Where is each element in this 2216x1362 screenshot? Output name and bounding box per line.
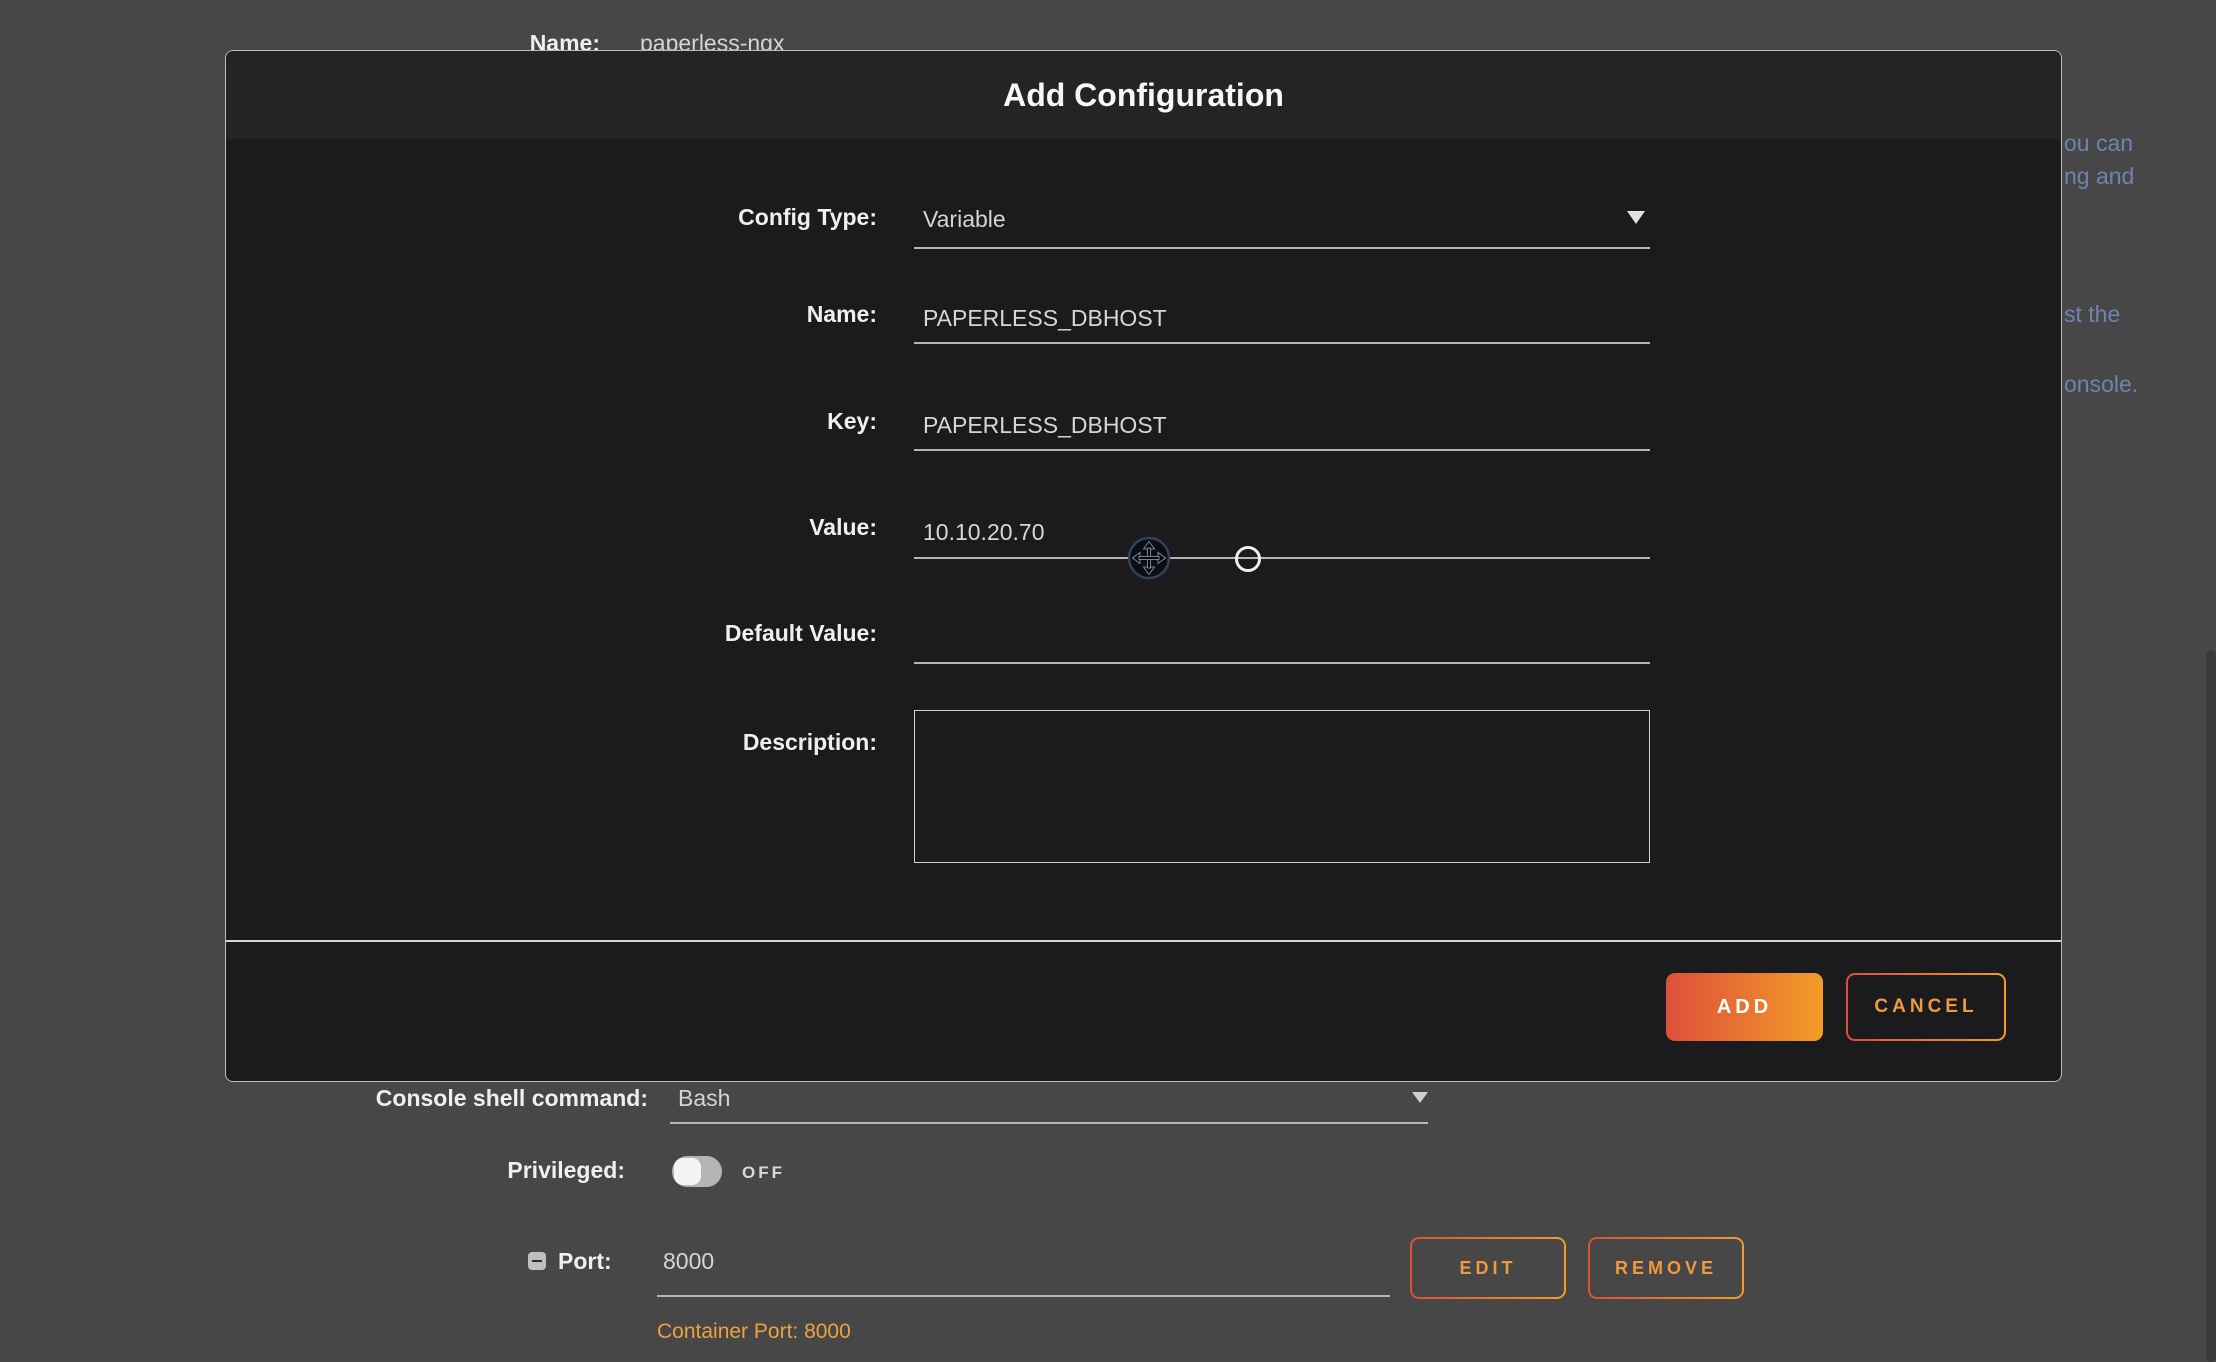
dialog-title: Add Configuration: [1003, 77, 1284, 114]
config-type-value: Variable: [923, 206, 1006, 233]
click-indicator-icon: [1235, 546, 1261, 572]
port-label: Port:: [558, 1248, 612, 1275]
chevron-down-icon: [1412, 1092, 1428, 1103]
description-label: Description:: [646, 729, 877, 756]
privileged-label: Privileged:: [400, 1157, 625, 1184]
name-label: Name:: [646, 301, 877, 328]
move-cursor-icon: [1127, 536, 1171, 580]
help-text-fragment: onsole.: [2064, 371, 2138, 398]
toggle-knob-icon: [674, 1158, 701, 1185]
console-shell-label: Console shell command:: [250, 1085, 648, 1112]
default-value-input[interactable]: [914, 612, 1650, 664]
dialog-header: Add Configuration: [226, 51, 2061, 139]
cancel-button[interactable]: CANCEL: [1846, 973, 2006, 1041]
edit-button[interactable]: EDIT: [1410, 1237, 1566, 1299]
value-label: Value:: [646, 514, 877, 541]
port-underline: [657, 1295, 1390, 1297]
remove-button[interactable]: REMOVE: [1588, 1237, 1744, 1299]
name-input[interactable]: [914, 294, 1650, 344]
key-input[interactable]: [914, 401, 1650, 451]
value-input[interactable]: [914, 507, 1650, 559]
config-type-select[interactable]: Variable: [914, 197, 1650, 249]
help-text-fragment: st the: [2064, 301, 2120, 328]
help-text-fragment: ou can: [2064, 130, 2133, 157]
privileged-toggle[interactable]: [672, 1156, 722, 1187]
default-value-label: Default Value:: [646, 620, 877, 647]
help-text-fragment: ng and: [2064, 163, 2134, 190]
page: Name: paperless-ngx ou can ng and st the…: [0, 0, 2216, 1362]
config-type-label: Config Type:: [646, 204, 877, 231]
key-label: Key:: [646, 408, 877, 435]
scrollbar-thumb[interactable]: [2206, 650, 2216, 1362]
container-port-text: Container Port: 8000: [657, 1320, 851, 1344]
console-shell-underline: [670, 1122, 1428, 1124]
add-button[interactable]: ADD: [1666, 973, 1823, 1041]
add-configuration-dialog: Add Configuration Config Type: Variable …: [225, 50, 2062, 1082]
console-shell-select[interactable]: Bash: [678, 1085, 730, 1112]
privileged-state: OFF: [742, 1163, 785, 1183]
collapse-minus-icon[interactable]: [528, 1252, 546, 1270]
chevron-down-icon: [1627, 211, 1645, 224]
description-textarea[interactable]: [914, 710, 1650, 863]
port-value[interactable]: 8000: [663, 1248, 714, 1275]
